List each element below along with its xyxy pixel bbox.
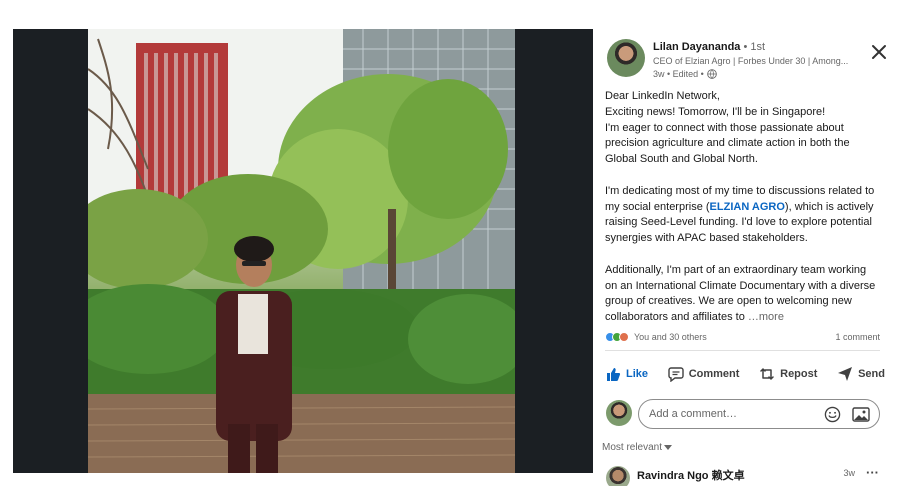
post-paragraph-2: I'm dedicating most of my time to discus… bbox=[605, 184, 880, 247]
author-headline: CEO of Elzian Agro | Forbes Under 30 | A… bbox=[653, 56, 849, 66]
close-icon[interactable] bbox=[870, 43, 888, 61]
send-label: Send bbox=[858, 368, 885, 380]
comment-icon bbox=[668, 367, 684, 382]
comment-input-box[interactable] bbox=[638, 399, 880, 429]
divider bbox=[605, 350, 880, 351]
post-para3-text: Additionally, I'm part of an extraordina… bbox=[605, 263, 876, 324]
comments-count[interactable]: 1 comment bbox=[835, 332, 880, 342]
repost-icon bbox=[760, 368, 774, 380]
more-icon[interactable]: ··· bbox=[866, 466, 879, 480]
action-bar: Like Comment Repost Send bbox=[605, 363, 885, 385]
repost-label: Repost bbox=[780, 368, 818, 380]
author-avatar[interactable] bbox=[607, 39, 645, 77]
image-icon[interactable] bbox=[852, 406, 870, 423]
post-line-2: I'm eager to connect with those passiona… bbox=[605, 121, 850, 166]
send-icon bbox=[838, 367, 853, 381]
post-body: Dear LinkedIn Network, Exciting news! To… bbox=[605, 89, 880, 326]
company-mention-link[interactable]: ELZIAN AGRO bbox=[710, 201, 785, 213]
like-label: Like bbox=[626, 368, 649, 380]
like-button[interactable]: Like bbox=[605, 363, 648, 385]
current-user-avatar[interactable] bbox=[606, 400, 632, 426]
commenter-avatar[interactable] bbox=[606, 466, 630, 486]
post-detail-panel: Lilan Dayananda • 1st CEO of Elzian Agro… bbox=[593, 29, 900, 503]
like-icon bbox=[607, 368, 621, 381]
post-meta: 3w • Edited • bbox=[653, 69, 717, 79]
reactions-count[interactable]: You and 30 others bbox=[634, 332, 707, 342]
sort-label: Most relevant bbox=[602, 442, 663, 453]
author-name-line[interactable]: Lilan Dayananda • 1st bbox=[653, 41, 765, 53]
post-image-viewer[interactable] bbox=[13, 29, 593, 473]
reactions-summary[interactable]: You and 30 others bbox=[605, 332, 707, 342]
emoji-icon[interactable] bbox=[824, 406, 841, 423]
photo-illustration bbox=[88, 29, 515, 473]
love-reaction-icon bbox=[619, 332, 629, 342]
comment-button[interactable]: Comment bbox=[668, 363, 740, 385]
comment-input[interactable] bbox=[649, 406, 809, 422]
see-more-link[interactable]: …more bbox=[748, 311, 784, 323]
post-greeting: Dear LinkedIn Network, bbox=[605, 90, 720, 102]
globe-icon bbox=[707, 69, 717, 79]
post-line-1: Exciting news! Tomorrow, I'll be in Sing… bbox=[605, 105, 826, 118]
post-paragraph-1: Dear LinkedIn Network, Exciting news! To… bbox=[605, 89, 880, 168]
caret-down-icon bbox=[664, 444, 673, 450]
author-name[interactable]: Lilan Dayananda bbox=[653, 41, 740, 53]
comment-sort-dropdown[interactable]: Most relevant bbox=[602, 442, 673, 453]
connection-degree: • 1st bbox=[740, 41, 766, 53]
comment-item: Ravindra Ngo 赖文卓 3w ··· bbox=[605, 466, 885, 486]
post-time: 3w • Edited • bbox=[653, 69, 704, 79]
comment-label: Comment bbox=[688, 368, 740, 380]
commenter-name[interactable]: Ravindra Ngo 赖文卓 bbox=[637, 467, 745, 483]
reaction-icons bbox=[605, 332, 629, 342]
repost-button[interactable]: Repost bbox=[759, 363, 817, 385]
comment-time: 3w bbox=[843, 468, 855, 478]
post-paragraph-3: Additionally, I'm part of an extraordina… bbox=[605, 263, 880, 326]
post-photo[interactable] bbox=[88, 29, 515, 473]
send-button[interactable]: Send bbox=[837, 363, 885, 385]
